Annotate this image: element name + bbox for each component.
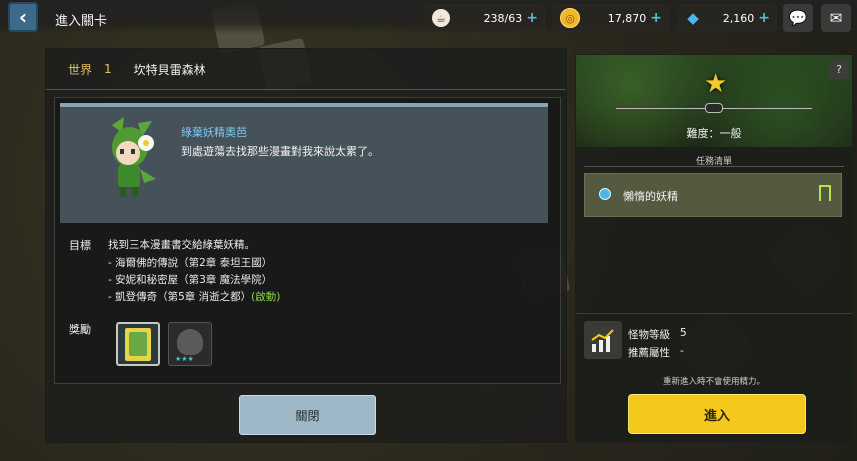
pet-silhouette-icon [177,329,203,355]
attribute-row: 推薦屬性 - [628,345,684,359]
add-gems-button[interactable]: + [758,10,770,26]
npc-dialogue: 到處遊蕩去找那些漫畫對我來說太累了。 [181,145,379,158]
mail-icon: ✉ [829,9,843,27]
gold-counter[interactable]: ◎ 17,870 + [553,4,669,32]
help-button[interactable]: ? [829,59,849,79]
npc-name: 綠葉妖精奧芭 [181,126,247,139]
task-item[interactable]: 懶惰的妖精 [584,173,842,217]
diamond-icon: ◆ [687,9,699,27]
goal-main: 找到三本漫畫書交給綠葉妖精。 [108,239,255,251]
reward-label: 獎勵 [69,323,91,336]
level-info-icon [584,321,622,359]
add-gold-button[interactable]: + [650,10,662,26]
reward-item-comic[interactable] [116,322,160,366]
mail-button[interactable]: ✉ [821,4,851,32]
page-title: 進入關卡 [55,14,108,29]
back-button[interactable]: ‹ [8,2,38,32]
back-arrow-icon: ‹ [18,5,28,29]
task-name: 懶惰的妖精 [623,190,678,203]
goal-label: 目標 [69,239,91,252]
reward-item-pet[interactable]: ★★★ [168,322,212,366]
stamina-counter[interactable]: ☕ 238/63 + [425,4,545,32]
attribute-value: - [680,345,684,357]
chat-bubble-icon: 💬 [788,9,808,27]
world-name: 坎特貝雷森林 [133,62,206,77]
help-icon: ? [836,62,842,76]
comic-book-icon [125,328,151,361]
goal-item: - 安妮和秘密屋（第3章 魔法學院） [108,274,273,286]
bookmark-icon[interactable] [819,185,831,202]
difficulty-text: 難度：一般 [686,127,742,140]
npc-portrait [112,117,156,197]
monster-level-value: 5 [680,327,687,339]
chat-button[interactable]: 💬 [783,4,813,32]
goal-item: - 凱登傳奇（第5章 消逝之都）(啟動) [108,291,281,303]
active-tag: (啟動) [251,291,281,303]
add-stamina-button[interactable]: + [526,10,538,26]
world-header: 世界 1 坎特貝雷森林 [46,49,566,90]
quest-detail: 綠葉妖精奧芭 到處遊蕩去找那些漫畫對我來說太累了。 目標 找到三本漫畫書交給綠葉… [54,97,561,384]
progress-pip [705,103,723,113]
quest-panel: 世界 1 坎特貝雷森林 綠葉妖精奧芭 到處遊蕩去找那些漫畫對我來說太累了。 目標… [45,48,567,443]
gem-counter[interactable]: ◆ 2,160 + [677,4,777,32]
coffee-cup-icon: ☕ [432,9,450,27]
star-icon: ★ [704,69,728,99]
divider [584,166,844,167]
monster-level-row: 怪物等級 5 [628,327,687,341]
close-button[interactable]: 關閉 [239,395,376,435]
npc-card: 綠葉妖精奧芭 到處遊蕩去找那些漫畫對我來說太累了。 [60,103,548,223]
chart-icon [591,329,614,352]
goal-item: - 海爾佛的傳說（第2章 泰坦王國） [108,257,273,269]
divider [576,313,852,314]
enter-button[interactable]: 進入 [628,394,806,434]
gold-coin-icon: ◎ [560,8,580,28]
reentry-notice: 重新進入時不會使用精力。 [662,377,765,387]
task-status-dot [599,188,611,200]
stage-panel: ? ★ 難度：一般 任務清單 懶惰的妖精 怪物等級 5 推薦屬性 - 重新進入時… [575,54,853,443]
rank-stars: ★★★ [175,355,194,363]
